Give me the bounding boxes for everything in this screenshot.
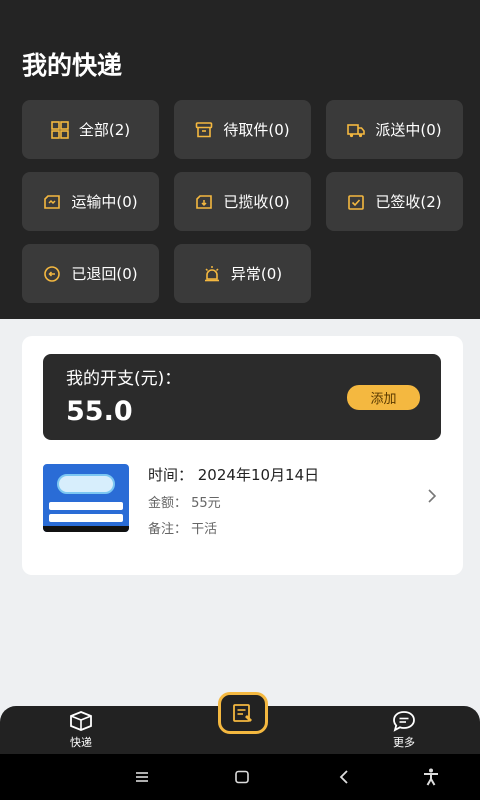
record-thumbnail (43, 464, 129, 532)
header: 我的快递 全部(2) 待取件(0) 派送中(0) 运输中(0) 已揽收(0) 已… (0, 0, 480, 319)
signed-icon (348, 194, 365, 210)
home-icon[interactable] (231, 766, 253, 788)
category-label: 已揽收(0) (223, 193, 290, 211)
tab-more[interactable]: 更多 (374, 710, 434, 750)
category-signed-button[interactable]: 已签收(2) (326, 172, 463, 231)
category-label: 全部(2) (78, 121, 131, 139)
category-label: 异常(0) (230, 265, 283, 283)
category-label: 待取件(0) (223, 121, 290, 139)
chevron-right-icon (428, 489, 437, 503)
category-pending-pickup-button[interactable]: 待取件(0) (174, 100, 311, 159)
system-navigation-bar (0, 754, 480, 800)
category-returned-button[interactable]: 已退回(0) (22, 244, 159, 303)
category-all-button[interactable]: 全部(2) (22, 100, 159, 159)
expense-label: 我的开支(元)： (66, 369, 182, 389)
transit-icon (44, 194, 61, 209)
record-note: 备注： 干活 (148, 522, 218, 537)
truck-icon (347, 123, 366, 137)
category-collected-button[interactable]: 已揽收(0) (174, 172, 311, 231)
package-icon (70, 711, 92, 731)
add-button[interactable]: 添加 (347, 385, 420, 410)
chat-bubble-icon (393, 711, 415, 732)
record-amount: 金额： 55元 (148, 496, 221, 511)
category-in-transit-button[interactable]: 运输中(0) (22, 172, 159, 231)
record-expense-button[interactable] (218, 692, 268, 734)
category-label: 已退回(0) (71, 265, 138, 283)
recent-apps-icon[interactable] (131, 766, 153, 788)
alert-icon (204, 265, 219, 281)
grid-icon (51, 120, 69, 139)
expense-record-item[interactable]: 时间： 2024年10月14日 金额： 55元 备注： 干活 (22, 454, 463, 544)
tab-label: 快递 (70, 736, 92, 749)
category-label: 派送中(0) (375, 121, 442, 139)
box-icon (196, 121, 213, 137)
expense-summary: 我的开支(元)： 55.0 添加 (43, 354, 441, 440)
collected-icon (196, 194, 213, 209)
category-label: 已签收(2) (375, 193, 442, 211)
expense-card: 我的开支(元)： 55.0 添加 时间： 2024年10月14日 金额： 55元… (22, 336, 463, 575)
expense-total: 55.0 (66, 396, 133, 427)
accessibility-icon[interactable] (420, 766, 442, 788)
returned-icon (44, 265, 61, 282)
tab-express[interactable]: 快递 (51, 710, 111, 750)
back-icon[interactable] (334, 766, 356, 788)
category-label: 运输中(0) (71, 193, 138, 211)
tab-label: 更多 (393, 736, 415, 749)
category-delivering-button[interactable]: 派送中(0) (326, 100, 463, 159)
ledger-icon (233, 704, 252, 722)
page-title: 我的快递 (22, 51, 123, 80)
record-time: 时间： 2024年10月14日 (148, 466, 320, 484)
category-exception-button[interactable]: 异常(0) (174, 244, 311, 303)
